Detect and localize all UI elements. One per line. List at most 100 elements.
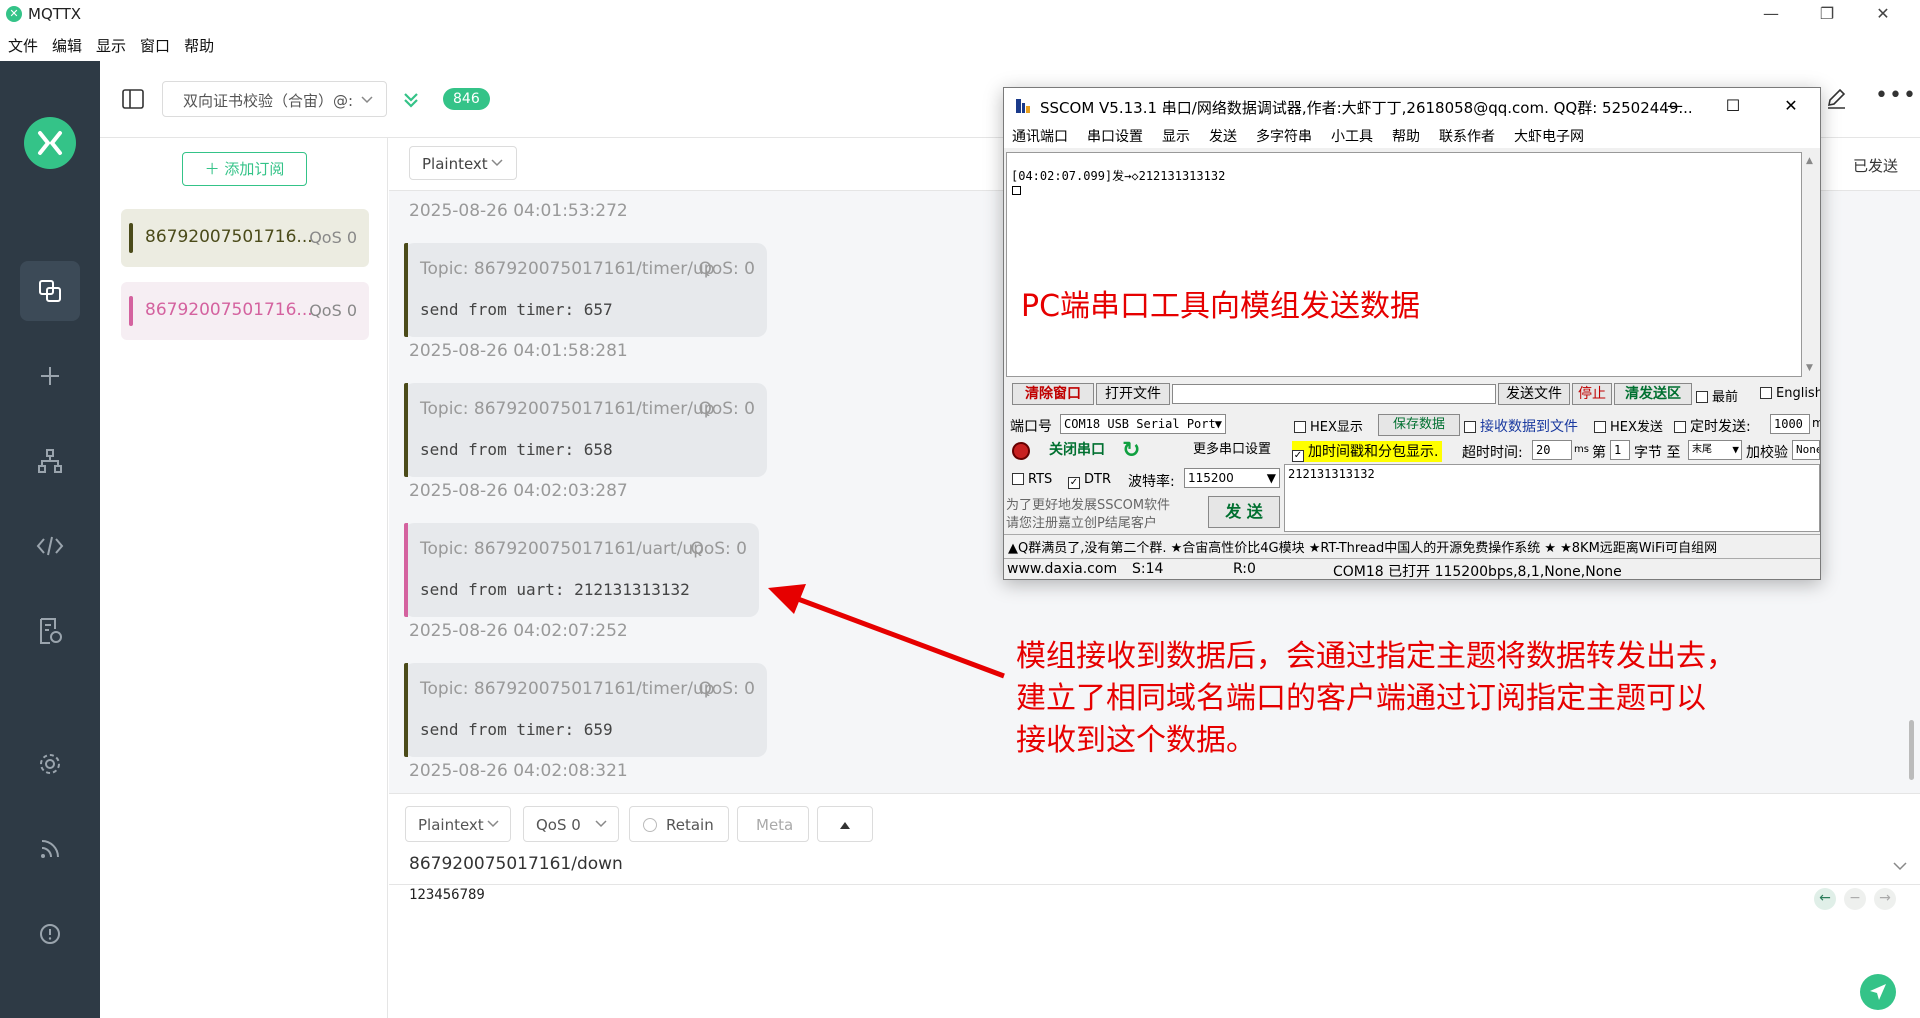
sscom-menu-tools[interactable]: 小工具 <box>1331 126 1373 146</box>
sscom-timed-unit: m <box>1812 416 1820 430</box>
messages-scrollbar[interactable] <box>1909 720 1914 780</box>
retain-label: Retain <box>666 816 714 834</box>
sscom-save-data-button[interactable]: 保存数据 <box>1378 414 1460 436</box>
sscom-timed-send-checkbox[interactable]: 定时发送: <box>1674 416 1751 436</box>
sscom-ticker[interactable]: ▲Q群满员了,没有第二个群. ★合宙高性价比4G模块 ★RT-Thread中国人… <box>1004 534 1820 556</box>
toggle-panel-button[interactable] <box>122 89 144 113</box>
message-bubble[interactable]: Topic: 867920075017161/uart/up QoS: 0 se… <box>404 523 759 617</box>
dropdown-arrow-icon: ▼ <box>1266 471 1276 485</box>
sscom-maximize-button[interactable]: ☐ <box>1710 94 1756 118</box>
sscom-receive-scrollbar[interactable]: ▲ ▼ <box>1803 152 1819 377</box>
sscom-stop-button[interactable]: 停止 <box>1572 383 1612 405</box>
minimize-button[interactable]: — <box>1748 2 1794 26</box>
menu-view[interactable]: 显示 <box>96 35 126 56</box>
sscom-hex-send-checkbox[interactable]: HEX发送 <box>1594 416 1663 435</box>
app-title: MQTTX <box>28 5 82 23</box>
retain-toggle[interactable]: Retain <box>629 806 729 842</box>
sidebar <box>0 61 100 1018</box>
sscom-port-select[interactable]: COM18 USB Serial Port ▼ <box>1060 414 1226 434</box>
sscom-menu-multi-string[interactable]: 多字符串 <box>1256 126 1312 146</box>
sscom-send-file-button[interactable]: 发送文件 <box>1498 383 1570 405</box>
sscom-checksum-label: 加校验 <box>1746 445 1788 461</box>
sscom-menu-view[interactable]: 显示 <box>1162 126 1190 146</box>
about-nav-button[interactable] <box>20 904 80 964</box>
sscom-checksum-select[interactable]: None <box>1792 440 1820 460</box>
sscom-send-input[interactable]: 212131313132 <box>1284 464 1820 532</box>
sent-filter-tab[interactable]: 已发送 <box>1853 155 1898 176</box>
sscom-menu-contact[interactable]: 联系作者 <box>1439 126 1495 146</box>
history-forward-icon[interactable]: → <box>1874 888 1896 910</box>
sscom-recv-to-file-checkbox[interactable]: 接收数据到文件 <box>1464 416 1578 436</box>
expand-publish-button[interactable] <box>817 806 873 842</box>
sscom-end-byte-select[interactable]: 末尾 ▼ <box>1688 440 1742 460</box>
sscom-send-button[interactable]: 发 送 <box>1208 496 1280 528</box>
message-bubble[interactable]: Topic: 867920075017161/timer/up QoS: 0 s… <box>404 383 767 477</box>
close-button[interactable]: ✕ <box>1860 2 1906 26</box>
meta-button[interactable]: Meta <box>737 806 809 842</box>
connection-selector[interactable]: 双向证书校验（合宙）@: <box>162 81 387 117</box>
message-format-select[interactable]: Plaintext <box>409 146 517 180</box>
menu-window[interactable]: 窗口 <box>140 35 170 56</box>
script-nav-button[interactable] <box>20 516 80 576</box>
chevron-down-icon[interactable] <box>1892 858 1908 878</box>
sscom-timeout-input[interactable]: 20 <box>1532 440 1572 460</box>
history-back-icon[interactable]: ← <box>1814 888 1836 910</box>
subscriptions-panel: ＋ 添加订阅 86792007501716... QoS 0 867920075… <box>100 138 388 1018</box>
message-bubble[interactable]: Topic: 867920075017161/timer/up QoS: 0 s… <box>404 663 767 757</box>
sscom-clear-window-button[interactable]: 清除窗口 <box>1012 383 1094 405</box>
sscom-timestamp-checkbox[interactable]: ✓ 加时间戳和分包显示. <box>1292 441 1443 462</box>
publish-payload-editor[interactable]: 123456789 <box>409 887 485 903</box>
sscom-dtr-checkbox[interactable]: ✓ DTR <box>1068 472 1111 489</box>
sscom-baud-select[interactable]: 115200 ▼ <box>1184 468 1280 488</box>
publish-format-select[interactable]: Plaintext <box>405 806 511 842</box>
new-connection-button[interactable] <box>20 346 80 406</box>
sscom-refresh-icon[interactable]: ↻ <box>1122 438 1140 463</box>
add-subscription-button[interactable]: ＋ 添加订阅 <box>182 152 307 186</box>
publish-send-button[interactable] <box>1860 974 1896 1010</box>
more-options-icon[interactable]: ••• <box>1875 83 1917 108</box>
sscom-menu-port[interactable]: 通讯端口 <box>1012 126 1068 146</box>
subscription-item[interactable]: 86792007501716... QoS 0 <box>121 282 369 340</box>
sscom-menu-help[interactable]: 帮助 <box>1392 126 1420 146</box>
sscom-menu-send[interactable]: 发送 <box>1209 126 1237 146</box>
topology-nav-button[interactable] <box>20 431 80 491</box>
menu-help[interactable]: 帮助 <box>184 35 214 56</box>
publish-qos-select[interactable]: QoS 0 <box>523 806 619 842</box>
sscom-english-checkbox[interactable]: English <box>1760 386 1820 401</box>
feed-nav-button[interactable] <box>20 819 80 879</box>
sscom-clear-send-button[interactable]: 清发送区 <box>1614 383 1692 405</box>
sscom-status-site[interactable]: www.daxia.com <box>1007 561 1117 577</box>
sscom-receive-area[interactable]: [04:02:07.099]发→◇212131313132 PC端串口工具向模组… <box>1006 152 1802 377</box>
sscom-close-button[interactable]: ✕ <box>1768 94 1814 118</box>
restore-button[interactable]: ❐ <box>1804 2 1850 26</box>
sscom-app-icon <box>1016 99 1030 113</box>
sscom-menu-serial-settings[interactable]: 串口设置 <box>1087 126 1143 146</box>
sscom-more-port-settings-button[interactable]: 更多串口设置 <box>1184 440 1280 462</box>
subscription-item[interactable]: 86792007501716... QoS 0 <box>121 209 369 267</box>
connections-nav-button[interactable] <box>20 261 80 321</box>
sscom-hex-show-checkbox[interactable]: HEX显示 <box>1294 416 1363 435</box>
sscom-topmost-checkbox[interactable]: 最前 <box>1696 386 1738 405</box>
sscom-start-byte-input[interactable]: 1 <box>1610 440 1630 460</box>
sscom-open-file-button[interactable]: 打开文件 <box>1096 383 1170 405</box>
publish-topic-input[interactable]: 867920075017161/down <box>409 854 623 874</box>
sscom-rts-label: RTS <box>1028 472 1053 487</box>
message-payload: send from timer: 659 <box>420 720 613 739</box>
sscom-close-port-button[interactable]: 关闭串口 <box>1038 440 1116 464</box>
log-nav-button[interactable] <box>20 601 80 661</box>
settings-nav-button[interactable] <box>20 734 80 794</box>
collapse-messages-button[interactable] <box>402 91 420 113</box>
edit-connection-button[interactable] <box>1825 87 1847 113</box>
menu-file[interactable]: 文件 <box>8 35 38 56</box>
history-reset-icon[interactable]: − <box>1844 888 1866 910</box>
sscom-timed-interval-input[interactable]: 1000 <box>1770 414 1810 434</box>
sscom-file-path-input[interactable] <box>1172 384 1496 404</box>
message-bubble[interactable]: Topic: 867920075017161/timer/up QoS: 0 s… <box>404 243 767 337</box>
sscom-rts-checkbox[interactable]: RTS <box>1012 472 1052 487</box>
menu-edit[interactable]: 编辑 <box>52 35 82 56</box>
sscom-timeout-unit: ms <box>1574 444 1589 455</box>
sscom-menu-website[interactable]: 大虾电子网 <box>1514 126 1584 146</box>
sscom-dtr-label: DTR <box>1084 472 1111 487</box>
sscom-minimize-button[interactable]: — <box>1652 94 1698 118</box>
sscom-baud-label: 波特率: <box>1128 474 1175 490</box>
